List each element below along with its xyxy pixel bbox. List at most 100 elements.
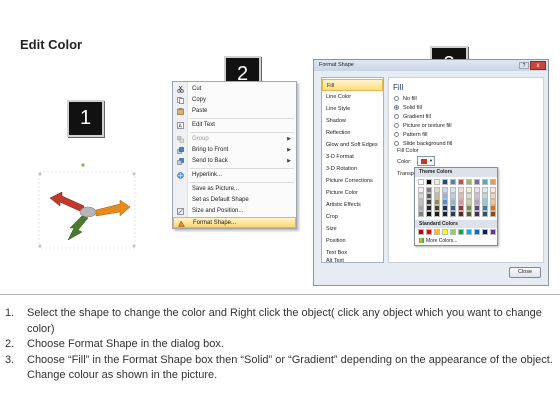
color-wheel-icon — [419, 238, 424, 244]
menu-item-label: Edit Text — [192, 122, 215, 128]
color-swatch[interactable] — [434, 211, 440, 217]
step-text: Choose “Fill” in the Format Shape box th… — [27, 353, 553, 382]
group-icon — [177, 136, 184, 143]
fill-heading: Fill — [393, 83, 404, 92]
close-button[interactable]: Close — [509, 267, 541, 278]
size-icon — [177, 208, 184, 215]
resize-handle — [38, 244, 42, 248]
step-number: 1. — [5, 307, 15, 319]
color-swatch[interactable] — [426, 229, 432, 235]
color-swatch[interactable] — [426, 211, 432, 217]
radio-gradient-fill[interactable]: Gradient fill — [394, 113, 431, 121]
color-swatch[interactable] — [466, 179, 472, 185]
color-swatch[interactable] — [490, 179, 496, 185]
radio-button — [394, 114, 399, 120]
color-swatch[interactable] — [458, 179, 464, 185]
color-swatch[interactable] — [474, 179, 480, 185]
color-swatch[interactable] — [458, 229, 464, 235]
color-swatch[interactable] — [442, 211, 448, 217]
color-swatch[interactable] — [458, 211, 464, 217]
menu-item-cut[interactable]: Cut — [173, 84, 296, 95]
color-swatch[interactable] — [466, 211, 472, 217]
color-picker-button[interactable]: ▼ — [417, 156, 435, 166]
radio-slide-background-fill[interactable]: Slide background fill — [394, 140, 452, 148]
color-swatch[interactable] — [466, 229, 472, 235]
menu-item-copy[interactable]: Copy — [173, 95, 296, 106]
color-swatch[interactable] — [442, 179, 448, 185]
hyperlink-icon — [177, 172, 184, 179]
category-artistic-effects[interactable]: Artistic Effects — [322, 199, 383, 211]
menu-item-label: Format Shape... — [193, 220, 237, 226]
menu-item-group[interactable]: Group ▶ — [173, 134, 296, 145]
menu-item-edit-text[interactable]: A Edit Text — [173, 120, 296, 131]
dialog-title-bar[interactable]: Format Shape ? x — [314, 60, 548, 71]
category-line-style[interactable]: Line Style — [322, 103, 383, 115]
resize-handle — [132, 172, 136, 176]
menu-item-label: Copy — [192, 97, 207, 103]
menu-item-format-shape[interactable]: Format Shape... — [173, 217, 296, 228]
red-arrow — [49, 191, 85, 213]
menu-item-label: Save as Picture... — [192, 186, 240, 192]
category-alt-text[interactable]: Alt Text — [322, 258, 383, 264]
menu-item-size-and-position[interactable]: Size and Position... — [173, 206, 296, 217]
arrow-shape-figure[interactable] — [38, 160, 138, 250]
category-size[interactable]: Size — [322, 223, 383, 235]
menu-item-set-default-shape[interactable]: Set as Default Shape — [173, 195, 296, 206]
menu-item-hyperlink[interactable]: Hyperlink... — [173, 170, 296, 181]
menu-item-paste[interactable]: Paste — [173, 106, 296, 117]
resize-handle — [38, 172, 42, 176]
menu-item-label: Send to Back — [192, 158, 228, 164]
menu-separator — [190, 118, 294, 119]
color-swatch[interactable] — [418, 229, 424, 235]
menu-item-send-to-back[interactable]: Send to Back ▶ — [173, 156, 296, 167]
color-swatch[interactable] — [482, 211, 488, 217]
category-glow-soft-edges[interactable]: Glow and Soft Edges — [322, 139, 383, 151]
radio-picture-texture-fill[interactable]: Picture or texture fill — [394, 122, 452, 130]
category-shadow[interactable]: Shadow — [322, 115, 383, 127]
color-swatch[interactable] — [474, 211, 480, 217]
color-swatch[interactable] — [442, 229, 448, 235]
menu-item-save-as-picture[interactable]: Save as Picture... — [173, 184, 296, 195]
category-picture-color[interactable]: Picture Color — [322, 187, 383, 199]
color-swatch[interactable] — [418, 179, 424, 185]
paste-icon — [177, 108, 184, 115]
category-3d-rotation[interactable]: 3-D Rotation — [322, 163, 383, 175]
radio-button-selected — [394, 105, 399, 111]
dialog-close-button[interactable]: x — [530, 61, 546, 70]
color-swatch[interactable] — [434, 179, 440, 185]
category-fill[interactable]: Fill — [322, 79, 383, 91]
category-position[interactable]: Position — [322, 235, 383, 247]
fill-color-label: Fill Color — [397, 148, 419, 154]
color-swatch[interactable] — [450, 229, 456, 235]
arrow-shape-graphic — [38, 163, 136, 249]
color-swatch[interactable] — [434, 229, 440, 235]
color-swatch[interactable] — [418, 211, 424, 217]
radio-pattern-fill[interactable]: Pattern fill — [394, 131, 427, 139]
menu-separator — [190, 182, 294, 183]
scissors-icon — [177, 85, 184, 93]
more-colors-link[interactable]: More Colors... — [419, 237, 457, 245]
color-swatch[interactable] — [450, 211, 456, 217]
instruction-step: 1. Select the shape to change the color a… — [5, 306, 553, 337]
category-line-color[interactable]: Line Color — [322, 91, 383, 103]
submenu-arrow-icon: ▶ — [287, 147, 291, 153]
help-button[interactable]: ? — [519, 62, 529, 69]
color-swatch[interactable] — [482, 229, 488, 235]
color-swatch[interactable] — [490, 229, 496, 235]
category-reflection[interactable]: Reflection — [322, 127, 383, 139]
radio-no-fill[interactable]: No fill — [394, 95, 417, 103]
color-swatch[interactable] — [450, 179, 456, 185]
color-swatch[interactable] — [426, 179, 432, 185]
category-picture-corrections[interactable]: Picture Corrections — [322, 175, 383, 187]
color-swatch[interactable] — [474, 229, 480, 235]
radio-solid-fill[interactable]: Solid fill — [394, 104, 422, 112]
menu-item-label: Set as Default Shape — [192, 197, 249, 203]
category-crop[interactable]: Crop — [322, 211, 383, 223]
radio-label: Picture or texture fill — [403, 123, 452, 129]
category-3d-format[interactable]: 3-D Format — [322, 151, 383, 163]
color-label: Color: — [397, 159, 412, 165]
step-badge-1: 1 — [67, 100, 104, 137]
color-swatch[interactable] — [490, 211, 496, 217]
color-swatch[interactable] — [482, 179, 488, 185]
menu-item-bring-to-front[interactable]: Bring to Front ▶ — [173, 145, 296, 156]
